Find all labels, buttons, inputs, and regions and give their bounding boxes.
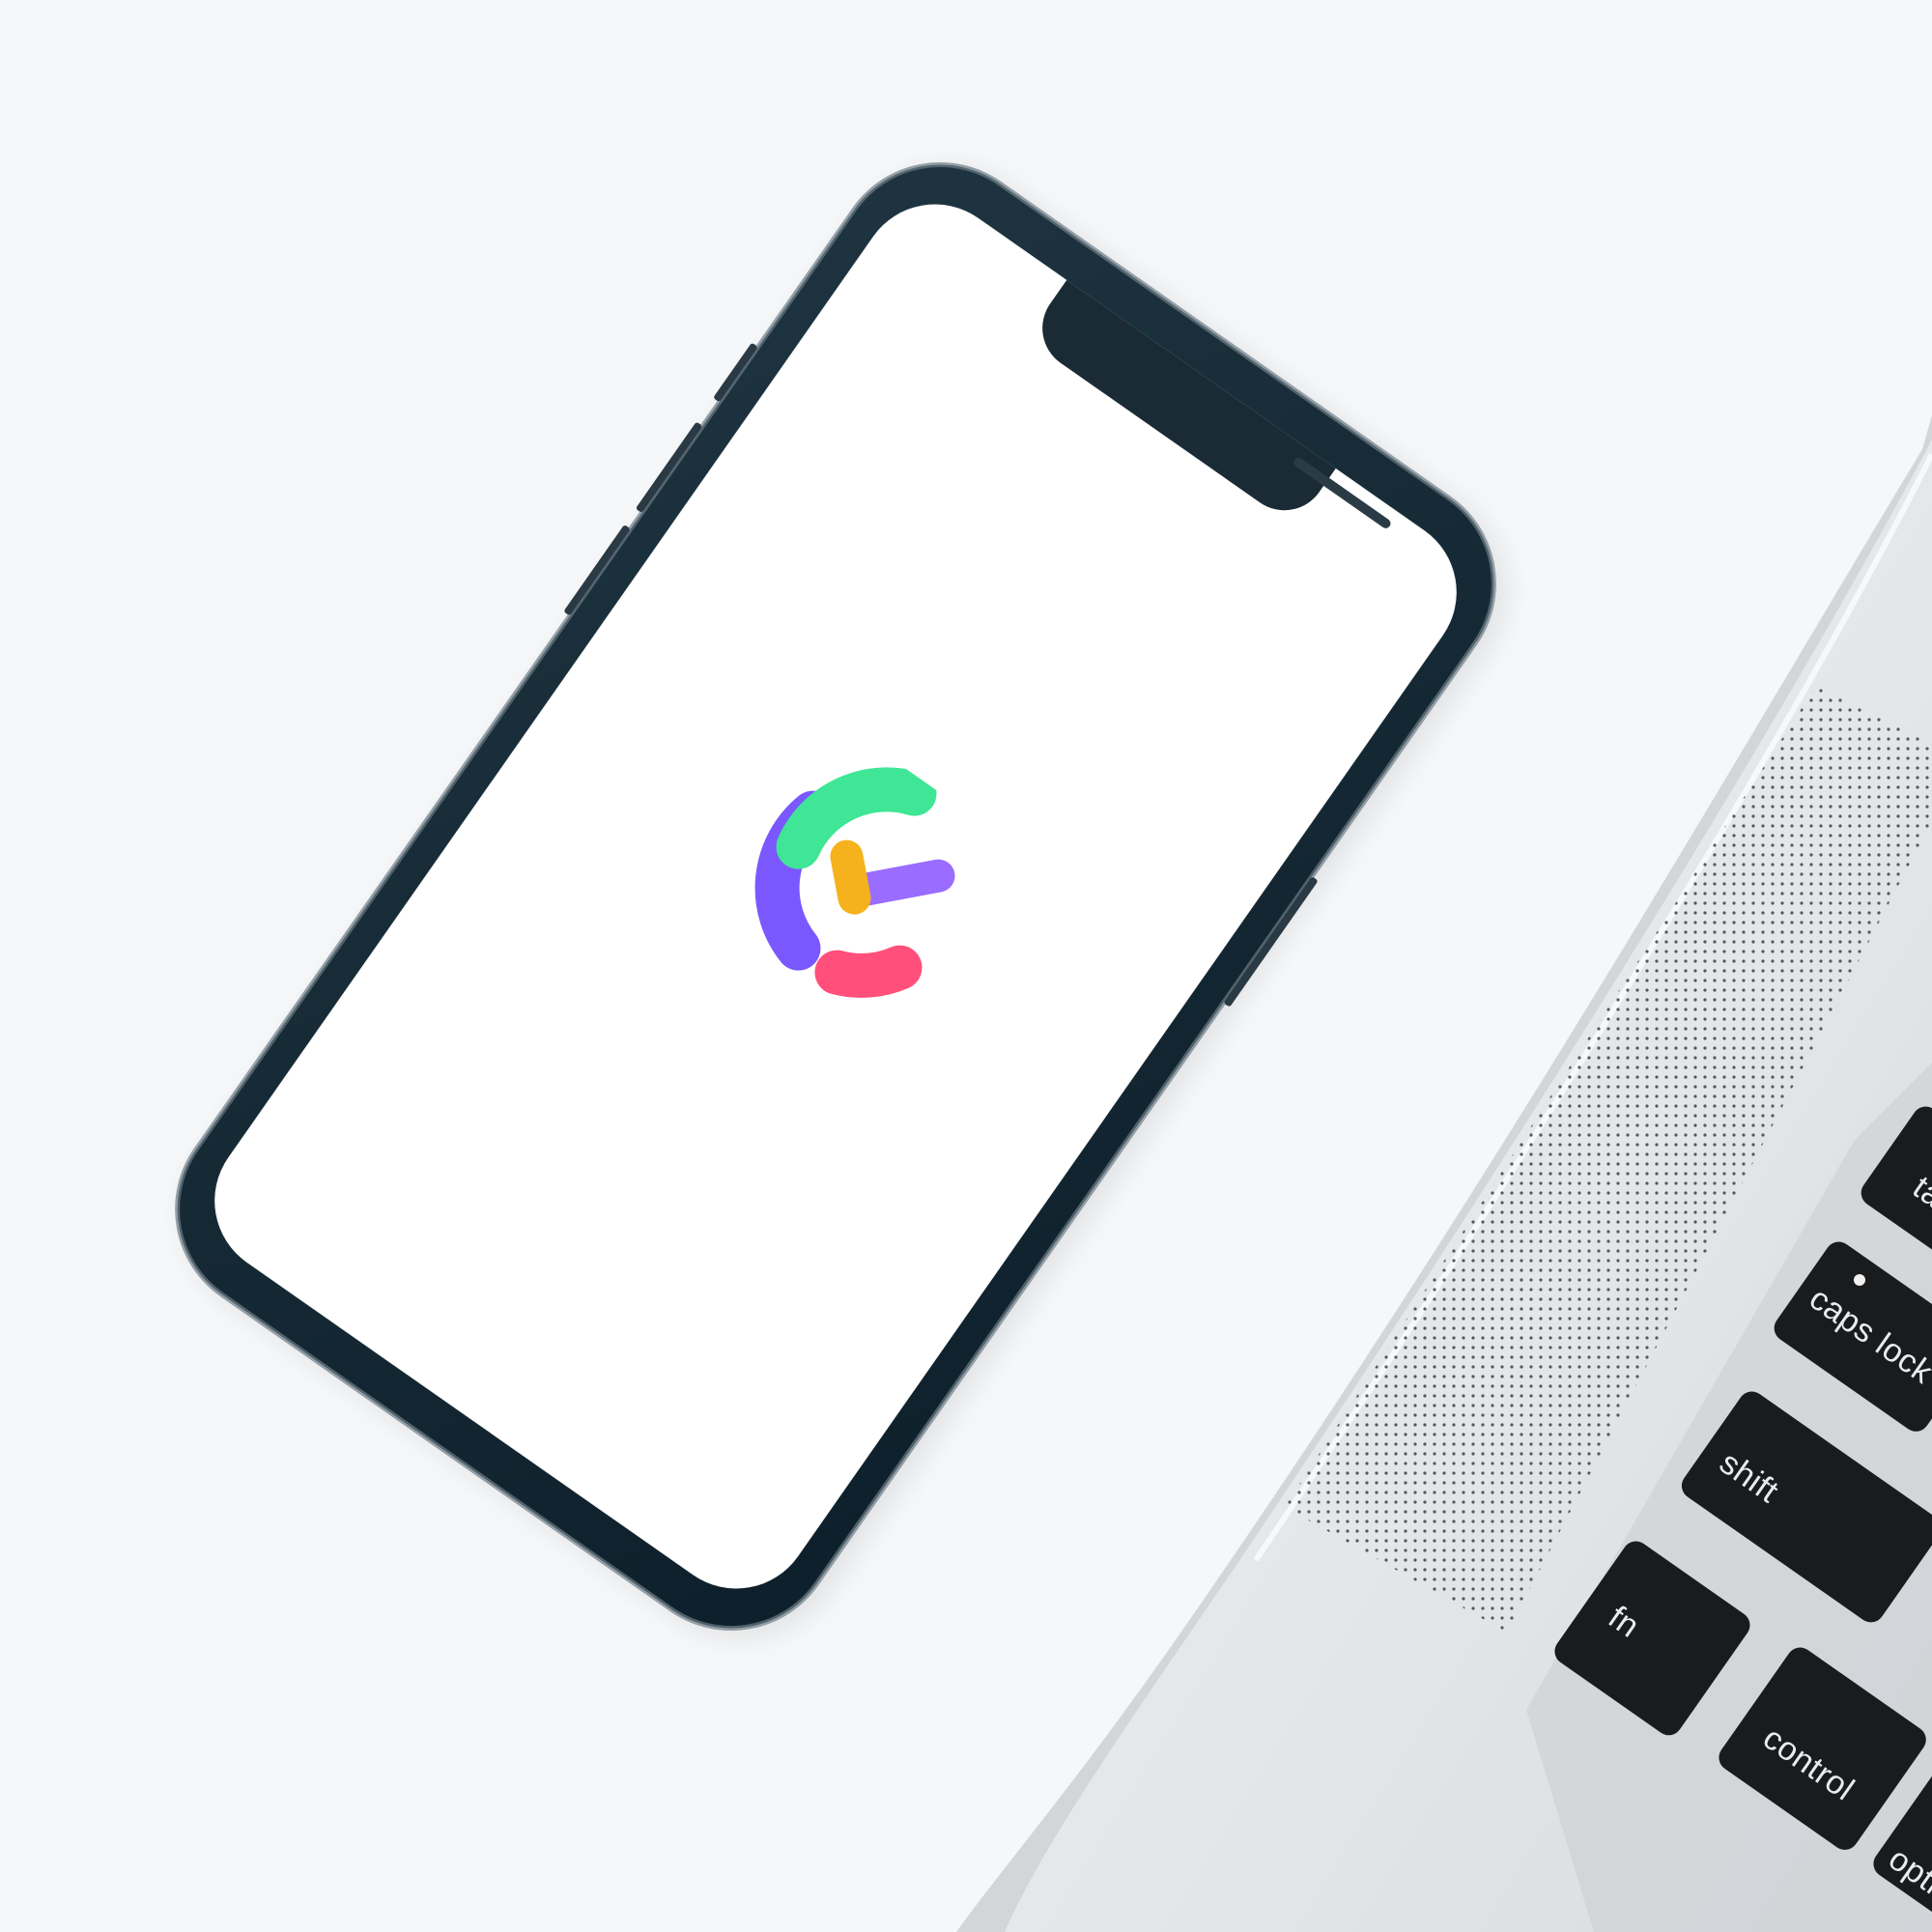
desk-scene <box>0 0 1932 1932</box>
